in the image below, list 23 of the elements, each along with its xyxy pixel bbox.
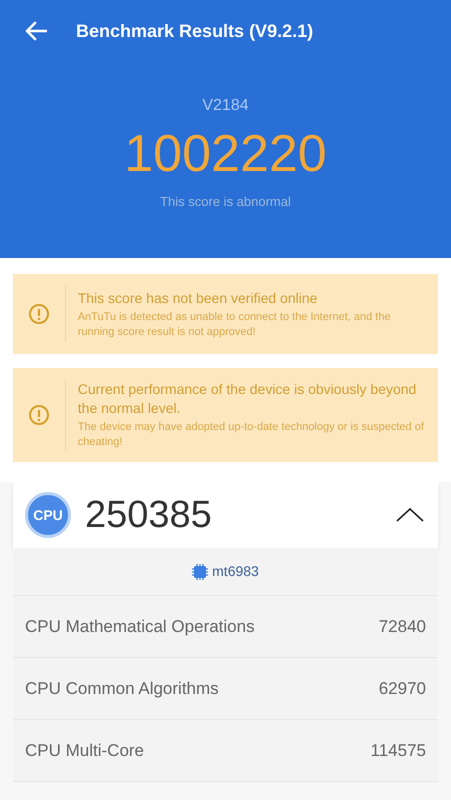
warning-detail: AnTuTu is detected as unable to connect to the Internet, and the running score result is not approved! <box>78 310 392 340</box>
device-name: V2184 <box>202 96 249 116</box>
warning-title: Current performance of the device is obviously beyond the normal level. <box>78 380 418 418</box>
cpu-score: 250385 <box>85 492 213 538</box>
test-score: 114575 <box>370 740 426 762</box>
cpu-badge: CPU <box>25 492 71 538</box>
chip-name: mt6983 <box>212 562 259 581</box>
chip-icon <box>192 564 208 580</box>
test-score: 72840 <box>378 616 426 638</box>
test-label: CPU Common Algorithms <box>25 678 219 700</box>
warning-icon <box>28 303 50 325</box>
test-label: CPU Multi-Core <box>25 740 144 762</box>
total-score: 1002220 <box>124 124 327 184</box>
test-score: 62970 <box>378 678 426 700</box>
back-arrow-icon <box>25 21 47 41</box>
test-label: CPU Mathematical Operations <box>25 616 255 638</box>
chevron-icon <box>395 507 425 523</box>
screen-title: Benchmark Results (V9.2.1) <box>76 20 314 43</box>
warning-icon <box>28 404 50 426</box>
back-button[interactable] <box>24 19 48 43</box>
warning-detail: The device may have adopted up-to-date technology or is suspected of cheating! <box>78 420 425 450</box>
warning-title: This score has not been verified online <box>78 288 318 308</box>
score-note: This score is abnormal <box>160 193 291 211</box>
